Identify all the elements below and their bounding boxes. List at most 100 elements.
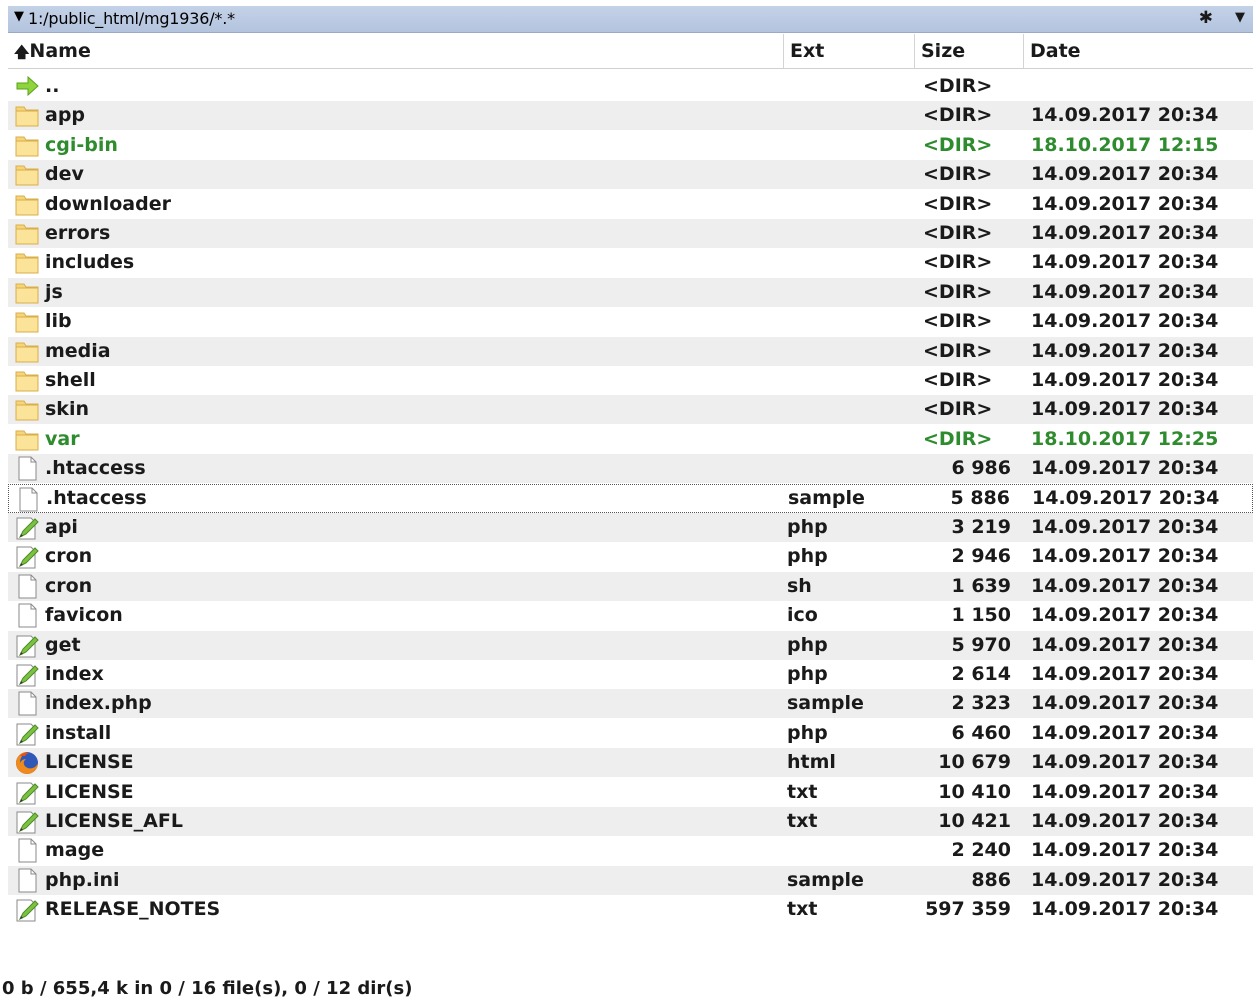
file-date: 14.09.2017 20:34 [1031, 868, 1219, 891]
file-date: 14.09.2017 20:34 [1031, 721, 1219, 744]
file-size: 6 986 [951, 457, 1012, 480]
file-ext: php [787, 545, 828, 568]
column-ext-header[interactable]: Ext [784, 34, 915, 68]
file-row[interactable]: downloader <DIR> 14.09.2017 20:34 [8, 190, 1253, 219]
file-row[interactable]: includes <DIR> 14.09.2017 20:34 [8, 248, 1253, 277]
file-row[interactable]: index php 2 614 14.09.2017 20:34 [8, 660, 1253, 689]
folder-icon [14, 192, 40, 217]
file-size: 2 323 [951, 692, 1012, 715]
file-date: 14.09.2017 20:34 [1031, 457, 1219, 480]
column-size-header[interactable]: Size [915, 34, 1024, 68]
column-header: 🡅Name Ext Size Date [8, 34, 1253, 69]
file-row[interactable]: lib <DIR> 14.09.2017 20:34 [8, 307, 1253, 336]
file-row[interactable]: skin <DIR> 14.09.2017 20:34 [8, 395, 1253, 425]
file-row[interactable]: get php 5 970 14.09.2017 20:34 [8, 630, 1253, 660]
file-size: <DIR> [923, 339, 993, 362]
file-row[interactable]: install php 6 460 14.09.2017 20:34 [8, 719, 1253, 748]
expand-triangle-icon[interactable]: ▼ [14, 9, 24, 24]
file-row[interactable]: cgi-bin <DIR> 18.10.2017 12:15 [8, 131, 1253, 160]
file-date: 14.09.2017 20:34 [1031, 751, 1219, 774]
file-date: 18.10.2017 12:25 [1031, 427, 1219, 450]
file-size: <DIR> [923, 280, 993, 303]
file-row[interactable]: .htaccess 6 986 14.09.2017 20:34 [8, 454, 1253, 484]
file-ext: ico [787, 604, 818, 627]
edit-file-icon [14, 809, 40, 834]
status-bar: 0 b / 655,4 k in 0 / 16 file(s), 0 / 12 … [0, 976, 1253, 1002]
dropdown-arrow-icon[interactable]: ▼ [1235, 10, 1245, 25]
file-date: 18.10.2017 12:15 [1031, 133, 1219, 156]
file-date: 14.09.2017 20:34 [1031, 104, 1219, 127]
file-size: <DIR> [923, 75, 993, 97]
column-date-header[interactable]: Date [1024, 34, 1253, 68]
file-size: 5 886 [950, 486, 1011, 509]
file-ext: sample [787, 868, 864, 891]
file-size: 2 946 [951, 545, 1012, 568]
file-icon [14, 574, 40, 599]
file-date: 14.09.2017 20:34 [1031, 780, 1219, 803]
folder-icon [14, 221, 40, 246]
file-row[interactable]: LICENSE html 10 679 14.09.2017 20:34 [8, 748, 1253, 778]
file-date: 14.09.2017 20:34 [1031, 810, 1219, 832]
file-date: 14.09.2017 20:34 [1031, 898, 1219, 921]
edit-file-icon [14, 662, 40, 687]
edit-file-icon [14, 897, 40, 922]
file-ext: txt [787, 810, 818, 832]
file-row[interactable]: js <DIR> 14.09.2017 20:34 [8, 277, 1253, 307]
file-row[interactable]: favicon ico 1 150 14.09.2017 20:34 [8, 601, 1253, 630]
file-row[interactable]: LICENSE txt 10 410 14.09.2017 20:34 [8, 778, 1253, 807]
file-date: 14.09.2017 20:34 [1031, 251, 1219, 274]
file-row[interactable]: api php 3 219 14.09.2017 20:34 [8, 513, 1253, 542]
file-date: 14.09.2017 20:34 [1031, 163, 1219, 186]
current-path[interactable]: 1:/public_html/mg1936/*.* [28, 9, 235, 28]
file-name: cron [45, 545, 93, 568]
file-size: <DIR> [923, 133, 993, 156]
file-row[interactable]: var <DIR> 18.10.2017 12:25 [8, 425, 1253, 454]
file-ext: txt [787, 780, 818, 803]
file-ext: html [787, 751, 836, 774]
edit-file-icon [14, 515, 40, 540]
path-bar[interactable]: ▼ 1:/public_html/mg1936/*.* ✱ ▼ [8, 6, 1253, 33]
file-name: cgi-bin [45, 133, 118, 156]
folder-icon [14, 250, 40, 275]
edit-file-icon [14, 780, 40, 805]
edit-file-icon [14, 544, 40, 569]
file-row[interactable]: media <DIR> 14.09.2017 20:34 [8, 336, 1253, 366]
file-row[interactable]: php.ini sample 886 14.09.2017 20:34 [8, 865, 1253, 895]
file-row[interactable]: .htaccess sample 5 886 14.09.2017 20:34 [8, 483, 1253, 513]
file-icon [14, 868, 40, 893]
folder-icon [14, 280, 40, 305]
file-name: cron [45, 574, 93, 597]
column-name-label: Name [29, 40, 91, 62]
file-row[interactable]: RELEASE_NOTES txt 597 359 14.09.2017 20:34 [8, 895, 1253, 924]
file-row[interactable]: mage 2 240 14.09.2017 20:34 [8, 836, 1253, 865]
file-icon [14, 691, 40, 716]
file-date: 14.09.2017 20:34 [1031, 310, 1219, 333]
file-name: LICENSE_AFL [45, 810, 183, 832]
file-size: <DIR> [923, 398, 993, 421]
file-name: install [45, 721, 112, 744]
file-name: mage [45, 839, 105, 862]
file-row[interactable]: index.php sample 2 323 14.09.2017 20:34 [8, 689, 1253, 719]
file-date: 14.09.2017 20:34 [1031, 369, 1219, 391]
file-ext: sh [787, 574, 812, 597]
file-name: api [45, 516, 78, 538]
file-row[interactable]: cron sh 1 639 14.09.2017 20:34 [8, 571, 1253, 601]
asterisk-icon[interactable]: ✱ [1199, 8, 1213, 28]
file-date: 14.09.2017 20:34 [1031, 839, 1219, 862]
parent-dir-row[interactable]: .. <DIR> [8, 72, 1253, 101]
edit-file-icon [14, 721, 40, 746]
file-row[interactable]: dev <DIR> 14.09.2017 20:34 [8, 160, 1253, 190]
file-name: LICENSE [45, 751, 134, 774]
file-ext: php [787, 516, 828, 538]
file-name: php.ini [45, 868, 120, 891]
file-row[interactable]: LICENSE_AFL txt 10 421 14.09.2017 20:34 [8, 807, 1253, 836]
column-name-header[interactable]: 🡅Name [8, 34, 784, 68]
file-row[interactable]: cron php 2 946 14.09.2017 20:34 [8, 542, 1253, 571]
file-row[interactable]: errors <DIR> 14.09.2017 20:34 [8, 219, 1253, 248]
file-name: errors [45, 222, 111, 244]
file-size: 10 421 [938, 810, 1011, 832]
file-name: .. [45, 75, 60, 97]
firefox-icon [14, 750, 40, 775]
file-row[interactable]: app <DIR> 14.09.2017 20:34 [8, 101, 1253, 131]
file-row[interactable]: shell <DIR> 14.09.2017 20:34 [8, 366, 1253, 395]
